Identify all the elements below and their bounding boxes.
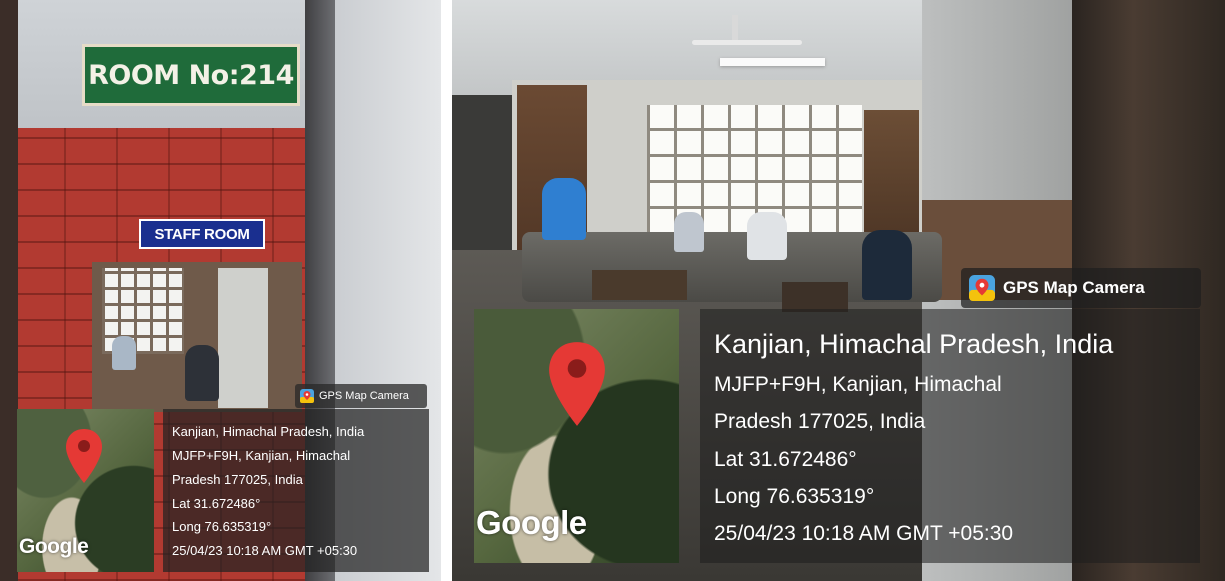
address-line-2: Pradesh 177025, India [172,472,303,487]
staff-room-sign: STAFF ROOM [139,219,265,249]
address-line-2: Pradesh 177025, India [714,410,926,433]
satellite-map-thumbnail: Google [17,409,154,572]
staff-room-text: STAFF ROOM [154,225,250,243]
latitude: Lat 31.672486° [714,448,857,471]
latitude: Lat 31.672486° [172,496,261,511]
address-line-1: MJFP+F9H, Kanjian, Himachal [172,448,351,463]
gps-camera-badge: GPS Map Camera [295,384,427,408]
person-foreground [185,345,219,401]
inner-wall [218,268,268,408]
room-number-text: ROOM No:214 [88,59,294,91]
person-seated-1 [674,212,704,252]
door-frame-left [0,0,18,581]
google-logo: Google [476,504,587,541]
person-seated-3 [862,230,912,300]
map-pin-icon [549,342,605,426]
location-title: Kanjian, Himachal Pradesh, India [714,329,1114,359]
address-line-1: MJFP+F9H, Kanjian, Himachal [714,373,1002,396]
satellite-map-thumbnail: Google [474,309,679,563]
person-seated-2 [747,212,787,260]
timestamp: 25/04/23 10:18 AM GMT +05:30 [714,522,1014,545]
gps-camera-badge: GPS Map Camera [961,268,1201,308]
gps-map-camera-app-icon [300,389,314,403]
gps-camera-badge-label: GPS Map Camera [319,390,409,402]
gps-map-camera-app-icon [969,275,995,301]
location-title: Kanjian, Himachal Pradesh, India [172,424,365,439]
person-seated [112,336,136,370]
longitude: Long 76.635319° [172,519,272,534]
timestamp: 25/04/23 10:18 AM GMT +05:30 [172,543,358,558]
google-logo: Google [19,535,89,558]
map-pin-icon [66,429,102,483]
ceiling-fan [692,40,802,45]
tube-light [720,58,825,66]
gps-camera-badge-label: GPS Map Camera [1003,278,1145,297]
center-table [592,270,687,300]
longitude: Long 76.635319° [714,485,875,508]
room-number-sign: ROOM No:214 [82,44,300,106]
person-standing [542,178,586,240]
side-table [782,282,848,312]
